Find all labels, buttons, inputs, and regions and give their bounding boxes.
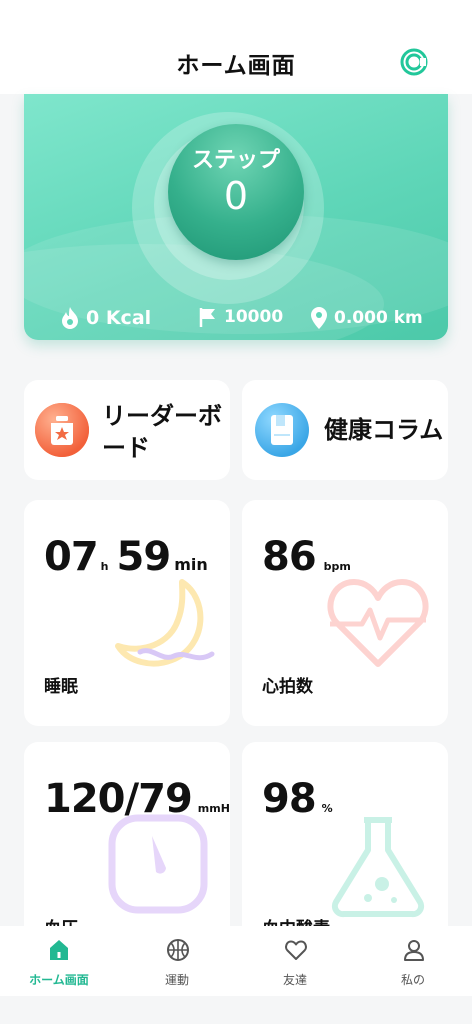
home-icon (50, 940, 68, 960)
ring-device-icon[interactable] (400, 48, 428, 76)
flag-icon (199, 308, 215, 327)
heartbeat-icon (327, 579, 429, 667)
tab-friends-label: 友達 (282, 973, 307, 987)
tab-exercise[interactable]: 運動 (118, 926, 236, 996)
medal-bottle-icon (35, 403, 89, 457)
blood-oxygen-card[interactable]: 98 % 血中酸素 (242, 742, 448, 942)
sleep-value: 07 h 59 min (44, 534, 208, 580)
tab-home[interactable]: ホーム画面 (0, 926, 118, 996)
person-icon (404, 940, 424, 961)
bottom-safe-area (0, 996, 472, 1024)
tab-exercise-label: 運動 (164, 973, 189, 987)
flame-icon (62, 307, 78, 329)
blood-oxygen-number: 98 (262, 776, 317, 822)
tab-home-label: ホーム画面 (29, 973, 89, 987)
basketball-icon (167, 939, 189, 961)
distance-stat: 0.000 km (310, 306, 423, 330)
heart-rate-label: 心拍数 (262, 677, 313, 697)
header: ホーム画面 (0, 0, 472, 94)
blood-oxygen-value: 98 % (262, 776, 333, 822)
heart-rate-unit: bpm (323, 560, 351, 573)
distance-value: 0.000 km (334, 308, 423, 328)
tab-profile[interactable]: 私の (354, 926, 472, 996)
location-pin-icon (311, 307, 327, 329)
goal-value: 10000 (224, 307, 284, 327)
moon-icon (115, 579, 215, 667)
calories-stat: 0 Kcal (60, 306, 151, 330)
book-icon (255, 403, 309, 457)
sleep-card[interactable]: 07 h 59 min 睡眠 (24, 500, 230, 726)
sleep-label: 睡眠 (44, 677, 78, 697)
tab-profile-label: 私の (400, 973, 425, 987)
leaderboard-card[interactable]: リーダーボード (24, 380, 230, 480)
flask-icon (331, 817, 425, 918)
blood-pressure-card[interactable]: 120/79 mmHg 血圧 (24, 742, 230, 942)
sleep-hours-unit: h (100, 560, 109, 573)
sleep-hours: 07 (44, 534, 99, 580)
heart-icon (285, 940, 307, 960)
health-column-card[interactable]: 健康コラム (242, 380, 448, 480)
sleep-minutes: 59 (116, 534, 172, 580)
bottom-tab-bar: ホーム画面 運動 友達 私の (0, 926, 472, 996)
steps-value: 0 (223, 174, 249, 218)
calories-value: 0 Kcal (86, 307, 152, 329)
goal-stat: 10000 (198, 306, 283, 328)
steps-card[interactable]: ステップ 0 0 Kcal 10000 0.000 km (24, 94, 448, 340)
leaderboard-label: リーダーボード (102, 402, 222, 462)
heart-rate-number: 86 (262, 534, 317, 580)
sleep-minutes-unit: min (174, 555, 208, 574)
tab-friends[interactable]: 友達 (236, 926, 354, 996)
health-column-label: 健康コラム (324, 416, 444, 444)
gauge-icon (108, 814, 208, 914)
heart-rate-card[interactable]: 86 bpm 心拍数 (242, 500, 448, 726)
steps-label: ステップ (191, 148, 280, 173)
